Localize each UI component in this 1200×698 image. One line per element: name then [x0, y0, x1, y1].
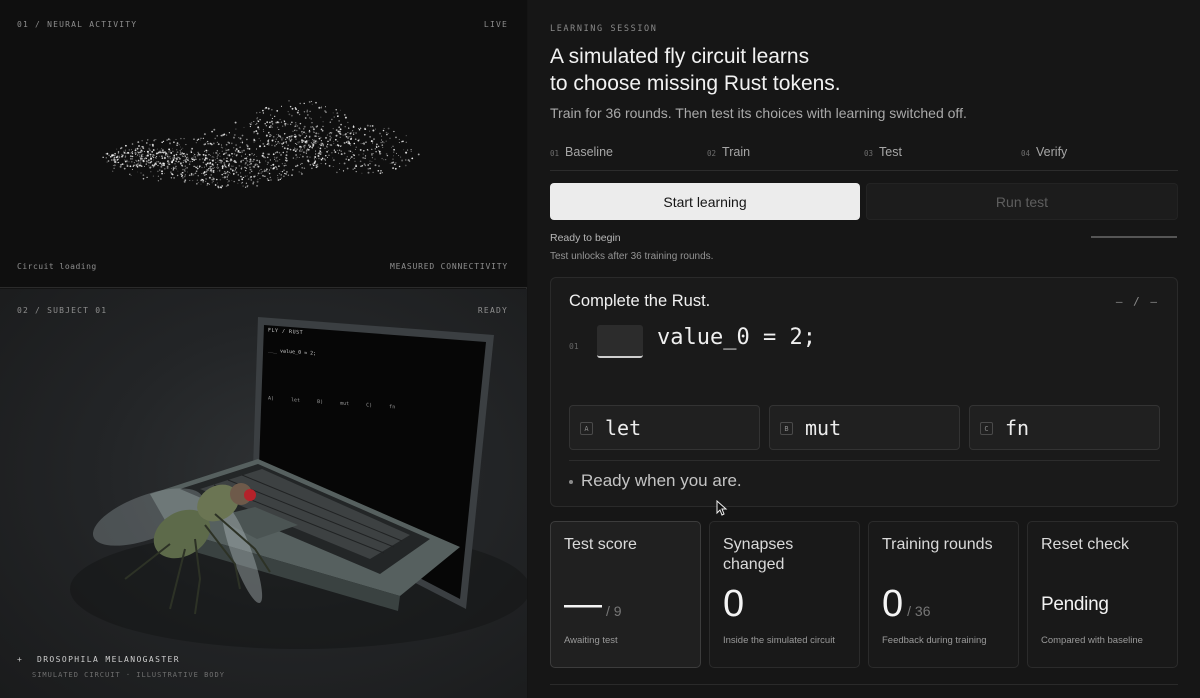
option-mut-button[interactable]: B mut: [769, 405, 960, 450]
subject-panel: 02 / SUBJECT 01 READY FLY / RUST ___ val…: [0, 289, 527, 698]
session-status: Ready to begin: [550, 232, 621, 244]
option-let-button[interactable]: A let: [569, 405, 760, 450]
quiz-prompt-text: Ready when you are.: [581, 471, 742, 490]
stat-value: 0/ 36: [882, 582, 931, 633]
stat-reset-check: Reset check Pending Compared with baseli…: [1027, 521, 1178, 668]
run-test-button[interactable]: Run test: [866, 183, 1178, 220]
stat-number: 0: [882, 583, 904, 625]
option-value: fn: [1005, 416, 1030, 440]
stat-footnote: Feedback during training: [882, 635, 987, 646]
stat-number: —: [564, 583, 602, 625]
neural-activity-visualization: [102, 100, 420, 189]
bottom-divider: [550, 684, 1178, 685]
step-tracker: 01 Baseline 02 Train 03 Test 04 Verify: [550, 143, 1178, 171]
step-verify: 04 Verify: [1021, 145, 1067, 159]
training-progress-bar: [1091, 236, 1177, 238]
stat-label: Reset check: [1041, 536, 1130, 553]
step-number: 02: [707, 149, 717, 158]
laptop-fly-illustration: [70, 317, 527, 649]
code-line-number: 01: [569, 342, 579, 351]
option-key: A: [580, 422, 593, 435]
step-train: 02 Train: [707, 145, 750, 159]
step-number: 03: [864, 149, 874, 158]
circuit-status: Circuit loading: [17, 262, 97, 271]
session-eyebrow: LEARNING SESSION: [550, 24, 658, 34]
mouse-cursor-icon: [716, 500, 728, 516]
stat-value: —/ 9: [564, 582, 622, 633]
stat-status: Pending: [1041, 594, 1109, 615]
stat-number: 0: [723, 583, 745, 625]
stat-test-score: Test score —/ 9 Awaiting test: [550, 521, 701, 668]
option-value: let: [605, 416, 642, 440]
question-counter: – / –: [1115, 295, 1159, 308]
step-baseline: 01 Baseline: [550, 145, 613, 159]
connectivity-label: MEASURED CONNECTIVITY: [390, 262, 508, 271]
step-number: 04: [1021, 149, 1031, 158]
stat-total: / 9: [606, 603, 622, 619]
start-learning-button[interactable]: Start learning: [550, 183, 860, 220]
learning-session-panel: LEARNING SESSION A simulated fly circuit…: [528, 0, 1200, 698]
screen-code: ___ value_0 = 2;: [268, 347, 317, 357]
step-number: 01: [550, 149, 560, 158]
stat-footnote: Inside the simulated circuit: [723, 635, 835, 646]
page-title: A simulated fly circuit learns to choose…: [550, 43, 841, 97]
option-fn-button[interactable]: C fn: [969, 405, 1160, 450]
option-key: B: [780, 422, 793, 435]
option-value: mut: [805, 416, 842, 440]
step-label: Baseline: [565, 145, 613, 159]
bullet-icon: [569, 479, 573, 484]
stat-footnote: Compared with baseline: [1041, 635, 1143, 646]
card-divider: [569, 460, 1160, 461]
rust-quiz-card: Complete the Rust. – / – 01 value_0 = 2;…: [550, 277, 1178, 507]
title-line-1: A simulated fly circuit learns: [550, 45, 810, 68]
missing-token-slot: [597, 325, 643, 358]
quiz-title: Complete the Rust.: [569, 292, 711, 310]
stat-label: Training rounds: [882, 536, 993, 553]
step-label: Train: [722, 145, 751, 159]
stat-training-rounds: Training rounds 0/ 36 Feedback during tr…: [868, 521, 1019, 668]
stat-label: Test score: [564, 536, 637, 553]
title-line-2: to choose missing Rust tokens.: [550, 72, 841, 95]
step-label: Verify: [1036, 145, 1068, 159]
stat-synapses-changed: Synapses changed 0 Inside the simulated …: [709, 521, 860, 668]
step-label: Test: [879, 145, 902, 159]
step-test: 03 Test: [864, 145, 902, 159]
species-label: DROSOPHILA MELANOGASTER: [37, 655, 180, 664]
session-hint: Test unlocks after 36 training rounds.: [550, 251, 714, 262]
neural-activity-panel: 01 / NEURAL ACTIVITY LIVE Circuit loadin…: [0, 0, 527, 288]
stat-label: Synapses changed: [723, 536, 794, 573]
quiz-prompt: Ready when you are.: [569, 471, 742, 491]
laptop-screen-content: FLY / RUST ___ value_0 = 2; A) let B) mu…: [268, 328, 395, 411]
plus-icon: +: [17, 655, 24, 664]
page-subtitle: Train for 36 rounds. Then test its choic…: [550, 105, 967, 121]
subject-caption: SIMULATED CIRCUIT · ILLUSTRATIVE BODY: [32, 671, 225, 679]
stat-total: / 36: [907, 603, 931, 619]
stat-footnote: Awaiting test: [564, 635, 618, 646]
option-key: C: [980, 422, 993, 435]
stat-value: 0: [723, 582, 744, 626]
code-snippet: value_0 = 2;: [657, 325, 816, 350]
visual-column: 01 / NEURAL ACTIVITY LIVE Circuit loadin…: [0, 0, 527, 698]
